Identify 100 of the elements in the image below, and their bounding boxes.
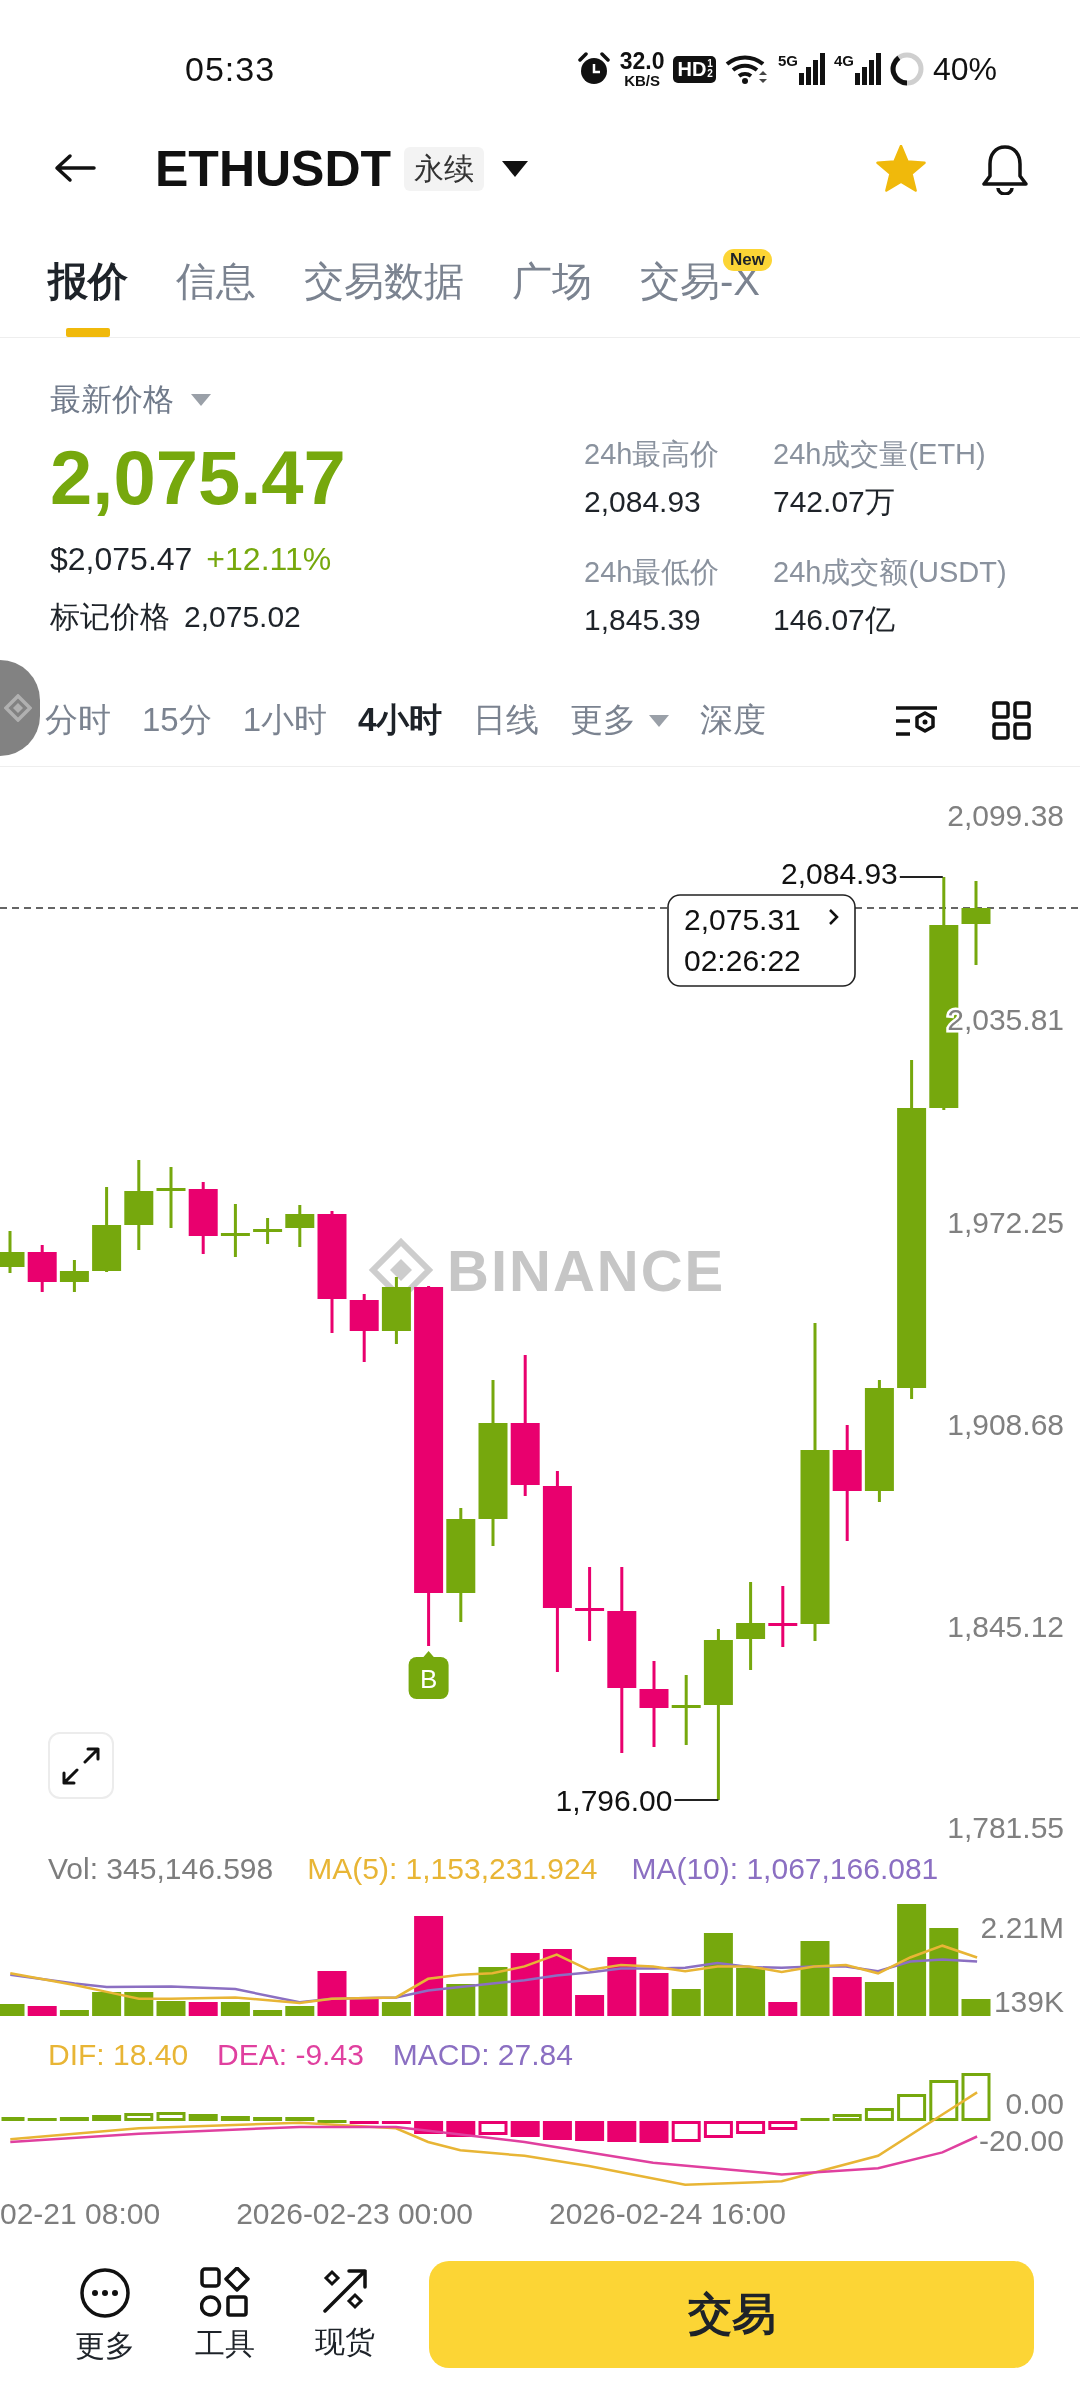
macd-legend: MACD: 27.84: [392, 2038, 573, 2072]
toolbar-button[interactable]: 现货: [300, 2267, 390, 2360]
volume-bar: [188, 2002, 218, 2016]
macd-bar: [124, 2113, 154, 2121]
volume-bar: [253, 2010, 283, 2016]
interval-tab[interactable]: 深度: [700, 698, 767, 743]
macd-bar: [929, 2080, 959, 2121]
diamond-logo-icon: [4, 694, 32, 722]
interval-tab[interactable]: 日线: [473, 698, 540, 743]
dropdown-caret-icon[interactable]: [502, 161, 529, 177]
stat-value: 2,084.93: [584, 484, 701, 520]
tooltip-box[interactable]: [667, 894, 856, 987]
volume-bar: [59, 2010, 89, 2016]
caret-icon[interactable]: [191, 394, 211, 406]
interval-tab[interactable]: 15分: [142, 698, 212, 743]
star-icon[interactable]: [876, 145, 926, 193]
chart-settings-icon[interactable]: [896, 704, 938, 737]
volume-bar: [220, 2002, 250, 2016]
network-type-label: 4G: [833, 53, 854, 68]
macd-bar: [800, 2118, 830, 2121]
toolbar-button[interactable]: 更多: [60, 2267, 150, 2364]
macd-bar: [832, 2114, 862, 2121]
candlestick: [671, 1675, 701, 1745]
tab[interactable]: 信息: [176, 257, 256, 337]
fullscreen-button[interactable]: [48, 1732, 114, 1799]
toolbar-button[interactable]: 工具: [180, 2267, 270, 2362]
latest-price-label[interactable]: 最新价格: [50, 382, 174, 418]
candlestick: [381, 1277, 411, 1344]
axis-label: 2,099.38: [947, 799, 1064, 832]
ma10-legend: MA(10): 1,067,166.081: [631, 1852, 939, 1886]
network-type-label: 5G: [777, 53, 798, 68]
macd-bar: [897, 2094, 927, 2121]
signal-icon: [854, 53, 881, 85]
macd-bar: [188, 2114, 218, 2121]
macd-bar: [156, 2112, 186, 2121]
trade-button[interactable]: 交易: [429, 2261, 1034, 2368]
interval-tab[interactable]: 4小时: [358, 698, 443, 743]
macd-bar: [381, 2121, 411, 2124]
dif-legend: DIF: 18.40: [48, 2038, 189, 2072]
macd-bar: [768, 2121, 798, 2130]
stat-label: 24h最低价: [584, 555, 720, 590]
volume-bar: [671, 1989, 701, 2016]
interval-tab[interactable]: 1小时: [242, 698, 328, 743]
bell-icon[interactable]: [980, 143, 1030, 195]
volume-bar: [575, 1995, 605, 2016]
tab[interactable]: 广场: [512, 257, 592, 337]
leader-line: [898, 876, 944, 878]
volume-bar: [317, 1971, 347, 2016]
interval-tab[interactable]: 更多: [570, 698, 670, 743]
macd-bar: [671, 2121, 701, 2142]
wifi-icon: [724, 53, 769, 85]
tab[interactable]: 报价: [48, 257, 128, 337]
volume-bar: [285, 2006, 315, 2016]
tab[interactable]: 交易数据: [304, 257, 464, 337]
volume-bar: [92, 1992, 122, 2016]
volume-legend: Vol: 345,146.598: [48, 1852, 274, 1886]
axis-label: 2.21M: [980, 1911, 1064, 1944]
caret-icon: [649, 714, 670, 727]
candlestick: [156, 1167, 186, 1228]
expand-arrows-icon: [61, 1745, 101, 1786]
axis-label: -20.00: [978, 2124, 1064, 2157]
candlestick: [220, 1204, 250, 1257]
axis-label: 0.00: [1005, 2087, 1064, 2120]
candlestick: [285, 1205, 315, 1247]
macd-bar: [1, 2117, 25, 2121]
volume-bar: [832, 1977, 862, 2016]
volume-bar: [607, 1957, 637, 2016]
chevron-icon: [829, 909, 839, 925]
grid-icon[interactable]: [992, 701, 1031, 740]
high-price-label: 2,084.93: [781, 857, 898, 890]
mark-price-value: 2,075.02: [184, 599, 301, 635]
interval-tab[interactable]: 分时: [45, 698, 111, 743]
time-axis-label: 2026-02-23 00:00: [236, 2197, 473, 2231]
candlestick: [27, 1245, 57, 1292]
candlestick: [0, 1231, 25, 1273]
volume-bar: [542, 1949, 572, 2016]
macd-bar: [575, 2121, 605, 2141]
watermark-text: BINANCE: [447, 1238, 726, 1303]
macd-bar: [510, 2121, 540, 2137]
ma5-legend: MA(5): 1,153,231.924: [307, 1852, 598, 1886]
symbol-title[interactable]: ETHUSDT: [155, 140, 392, 198]
stat-value: 146.07亿: [773, 602, 895, 638]
macd-bar: [864, 2108, 894, 2121]
axis-label: 1,908.68: [947, 1408, 1064, 1441]
volume-bar: [510, 1953, 540, 2016]
macd-bar: [27, 2118, 57, 2121]
candlestick: [253, 1218, 283, 1244]
stat-label: 24h成交量(ETH): [773, 437, 986, 472]
network-speed-unit: KB/S: [624, 73, 660, 88]
price-change: +12.11%: [206, 540, 332, 579]
volume-bar: [349, 1999, 379, 2016]
candlestick: [768, 1586, 798, 1647]
shapes-icon: [200, 2267, 250, 2317]
candlestick: [188, 1182, 218, 1254]
volume-bar: [27, 2006, 57, 2016]
arrow-diamonds-icon: [321, 2267, 369, 2315]
tooltip-time: 02:26:22: [684, 944, 801, 977]
volume-bar: [124, 1992, 154, 2016]
volume-bar: [381, 2002, 411, 2016]
volume-bar: [0, 2004, 25, 2016]
